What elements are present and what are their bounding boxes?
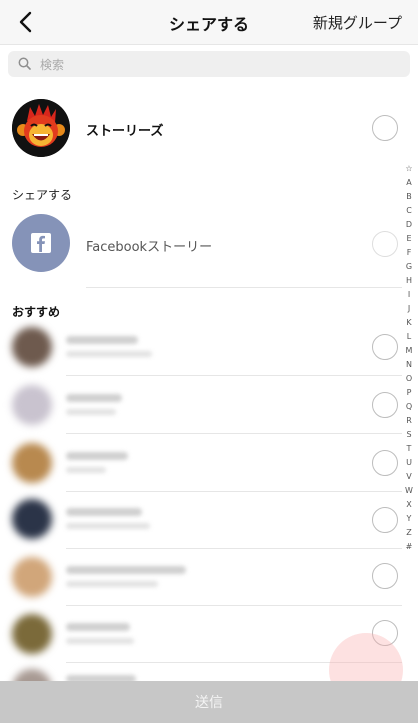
recommended-subtitle [66, 638, 134, 644]
index-letter[interactable]: Q [402, 400, 416, 414]
index-letter[interactable]: ☆ [402, 162, 416, 176]
recommended-row[interactable] [0, 492, 418, 549]
stories-label: ストーリーズ [86, 124, 164, 139]
alphabet-index[interactable]: ☆ A B C D E F G H I J K L M N O P Q R S T U V W X Y Z # [402, 162, 416, 554]
recommended-select-radio[interactable] [372, 450, 398, 476]
recommended-name [66, 566, 186, 574]
recommended-name [66, 394, 122, 402]
facebook-avatar [12, 214, 70, 272]
recommended-name [66, 336, 138, 344]
index-letter[interactable]: W [402, 484, 416, 498]
index-letter[interactable]: J [402, 302, 416, 316]
index-letter[interactable]: X [402, 498, 416, 512]
index-letter[interactable]: H [402, 274, 416, 288]
recommended-subtitle [66, 409, 116, 415]
index-letter[interactable]: Y [402, 512, 416, 526]
new-group-button[interactable]: 新規グループ [313, 12, 402, 33]
recommended-name [66, 452, 128, 460]
monkey-logo-icon [12, 99, 70, 157]
index-letter[interactable]: F [402, 246, 416, 260]
search-bar[interactable] [8, 51, 410, 77]
search-icon [18, 57, 31, 70]
recommended-select-radio[interactable] [372, 334, 398, 360]
recommended-avatar [12, 443, 52, 483]
recommended-name [66, 508, 142, 516]
recommended-avatar [12, 557, 52, 597]
index-letter[interactable]: T [402, 442, 416, 456]
index-letter[interactable]: C [402, 204, 416, 218]
facebook-icon [31, 233, 51, 253]
index-letter[interactable]: A [402, 176, 416, 190]
index-letter[interactable]: M [402, 344, 416, 358]
stories-row[interactable]: ストーリーズ [0, 96, 418, 160]
index-letter[interactable]: K [402, 316, 416, 330]
index-letter[interactable]: B [402, 190, 416, 204]
stories-select-radio[interactable] [372, 115, 398, 141]
recommended-row[interactable] [0, 318, 418, 375]
recommended-avatar [12, 614, 52, 654]
recommended-subtitle [66, 523, 150, 529]
recommended-row[interactable] [0, 434, 418, 491]
index-letter[interactable]: I [402, 288, 416, 302]
recommended-avatar [12, 499, 52, 539]
recommended-avatar [12, 385, 52, 425]
recommended-subtitle [66, 351, 152, 357]
facebook-story-row[interactable]: Facebookストーリー [0, 212, 418, 276]
recommended-subtitle [66, 581, 158, 587]
recommended-select-radio[interactable] [372, 563, 398, 589]
share-section-title: シェアする [12, 188, 73, 202]
recommended-subtitle [66, 467, 106, 473]
index-letter[interactable]: P [402, 386, 416, 400]
index-letter[interactable]: G [402, 260, 416, 274]
recommended-name [66, 623, 130, 631]
index-letter[interactable]: E [402, 232, 416, 246]
send-button[interactable]: 送信 [0, 681, 418, 723]
stories-avatar [12, 99, 70, 157]
divider [86, 287, 402, 288]
send-label: 送信 [195, 695, 223, 711]
recommended-row[interactable] [0, 376, 418, 433]
index-letter[interactable]: Z [402, 526, 416, 540]
index-letter[interactable]: U [402, 456, 416, 470]
index-letter[interactable]: D [402, 218, 416, 232]
index-letter[interactable]: O [402, 372, 416, 386]
header-bar: シェアする 新規グループ [0, 0, 418, 45]
facebook-story-label: Facebookストーリー [86, 240, 213, 255]
search-input[interactable] [38, 53, 402, 77]
recommended-select-radio[interactable] [372, 507, 398, 533]
recommended-row[interactable] [0, 549, 418, 606]
index-letter[interactable]: L [402, 330, 416, 344]
index-letter[interactable]: N [402, 358, 416, 372]
index-letter[interactable]: S [402, 428, 416, 442]
recommended-avatar [12, 327, 52, 367]
recommended-select-radio[interactable] [372, 392, 398, 418]
index-letter[interactable]: # [402, 540, 416, 554]
facebook-story-select-radio[interactable] [372, 231, 398, 257]
index-letter[interactable]: V [402, 470, 416, 484]
index-letter[interactable]: R [402, 414, 416, 428]
